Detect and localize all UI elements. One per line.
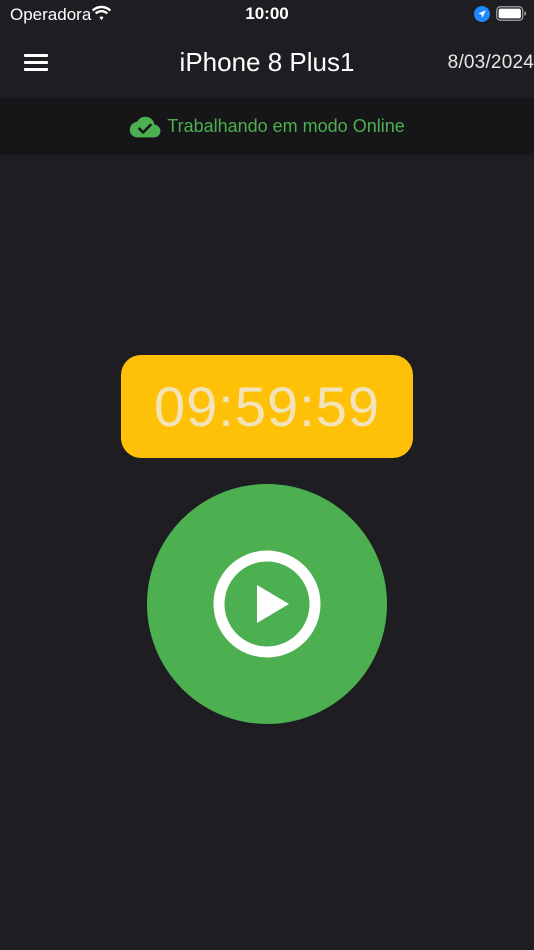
status-bar: Operadora 10:00 bbox=[0, 0, 534, 30]
location-arrow-icon bbox=[474, 6, 490, 22]
status-clock: 10:00 bbox=[245, 4, 289, 23]
timer-value: 09:59:59 bbox=[154, 375, 380, 438]
battery-icon bbox=[496, 6, 527, 21]
play-circle-icon bbox=[213, 550, 321, 658]
date-label: 8/03/2024 bbox=[447, 52, 534, 73]
play-button[interactable] bbox=[147, 484, 387, 724]
cloud-check-icon bbox=[130, 116, 161, 137]
timer-display: 09:59:59 bbox=[121, 355, 413, 458]
connection-status-text: Trabalhando em modo Online bbox=[167, 116, 405, 136]
connection-status-banner: Trabalhando em modo Online bbox=[0, 98, 534, 155]
navigation-bar: iPhone 8 Plus1 8/03/2024 bbox=[0, 30, 534, 98]
